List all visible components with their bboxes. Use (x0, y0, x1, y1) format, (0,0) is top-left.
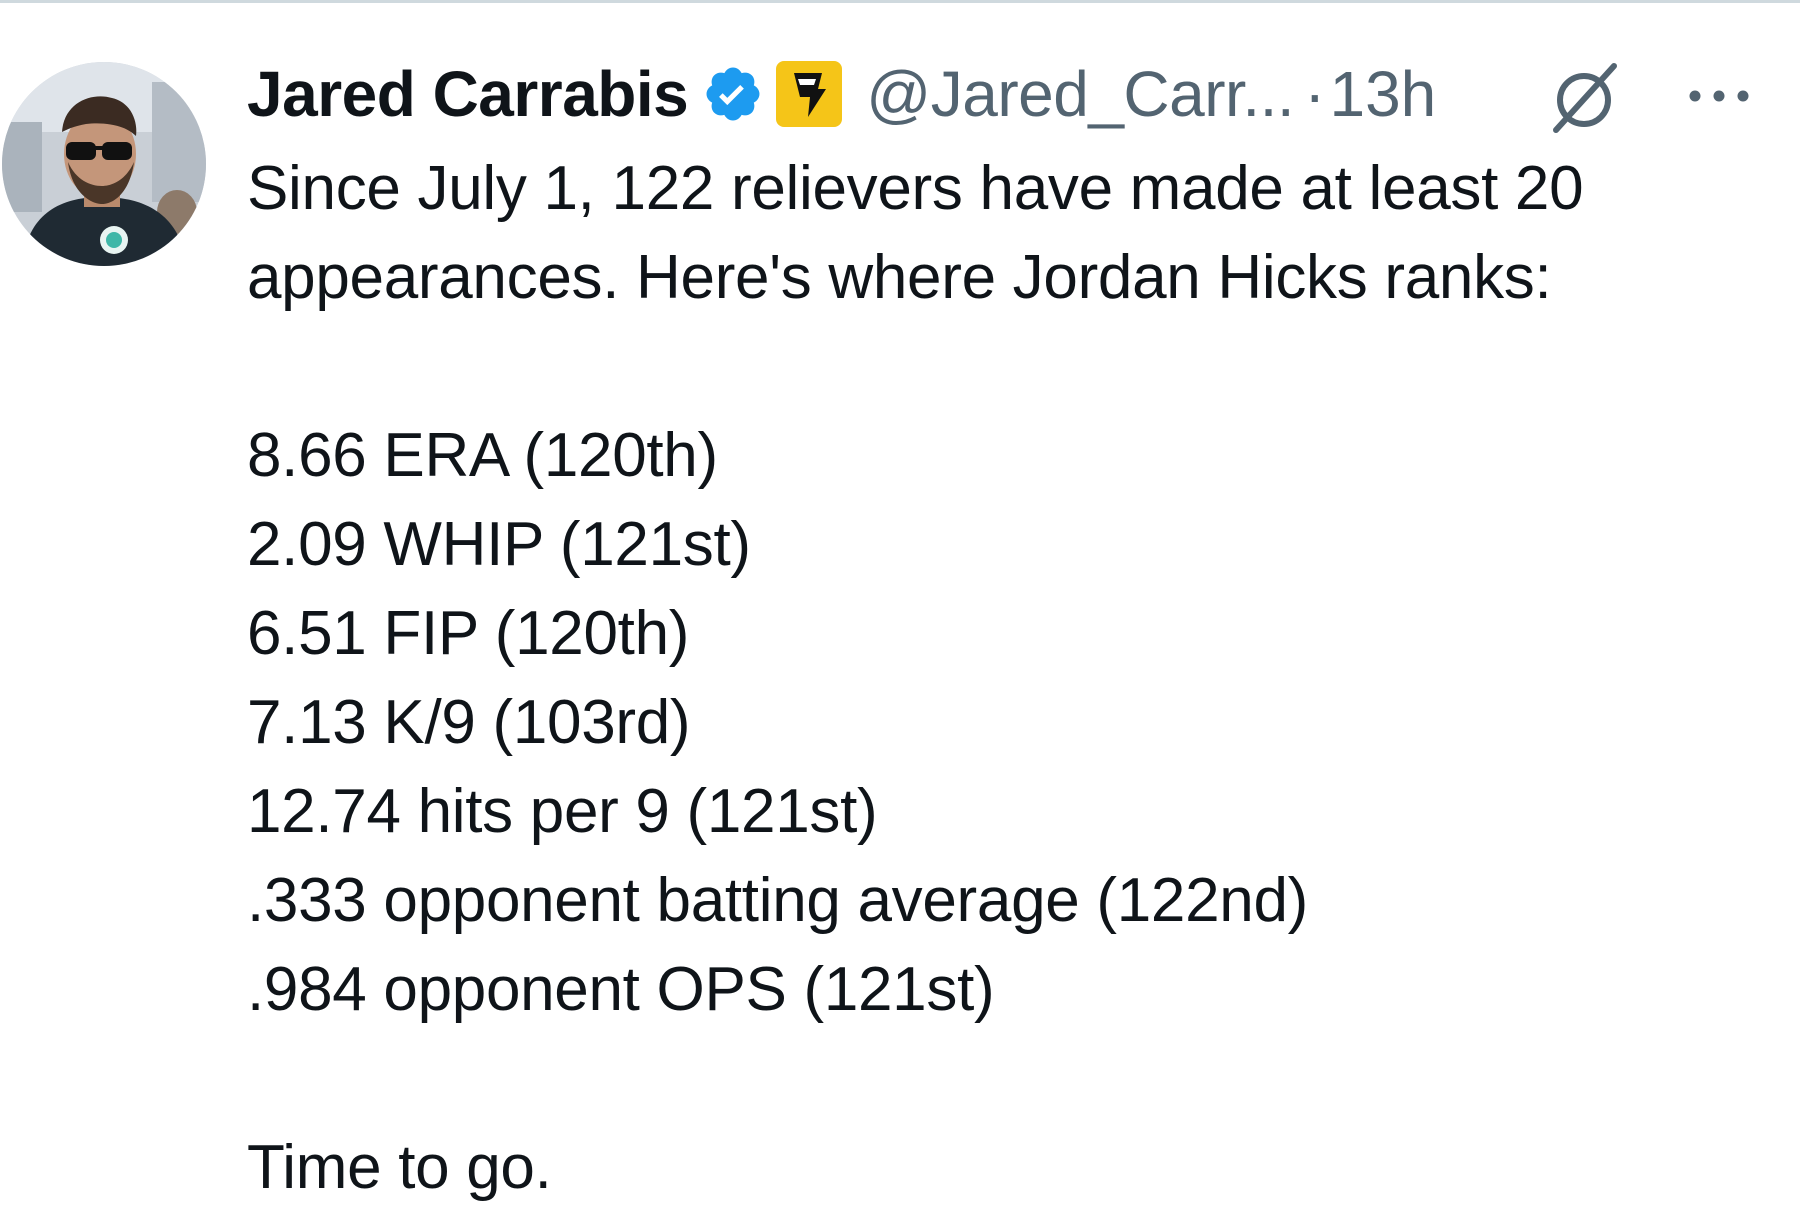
stat-line: 6.51 FIP (120th) (247, 599, 690, 668)
tweet-timestamp[interactable]: 13h (1329, 57, 1436, 131)
tweet-text: Since July 1, 122 relievers have made at… (247, 144, 1777, 1212)
tweet-header: Jared Carrabis @Jared_Carr... · 13h (247, 50, 1777, 138)
stat-line: 7.13 K/9 (103rd) (247, 688, 691, 757)
closing-line: Time to go. (247, 1133, 552, 1202)
more-options-icon[interactable] (1677, 74, 1761, 118)
tweet-line: appearances. Here's where Jordan Hicks r… (247, 243, 1552, 312)
stat-line: 8.66 ERA (120th) (247, 421, 718, 490)
tweet-line: Since July 1, 122 relievers have made at… (247, 154, 1584, 223)
tweet[interactable]: Jared Carrabis @Jared_Carr... · 13h Sinc… (0, 0, 1800, 1216)
verified-checkmark-icon[interactable] (702, 63, 764, 125)
avatar[interactable] (2, 62, 206, 266)
stat-line: .984 opponent OPS (121st) (247, 955, 995, 1024)
stat-line: 2.09 WHIP (121st) (247, 510, 751, 579)
author-name[interactable]: Jared Carrabis (247, 57, 689, 131)
avatar-photo (2, 62, 206, 266)
tweet-content: Jared Carrabis @Jared_Carr... · 13h Sinc… (247, 50, 1777, 1212)
stat-line: .333 opponent batting average (122nd) (247, 866, 1308, 935)
grok-icon[interactable] (1542, 56, 1626, 140)
affiliate-badge-icon[interactable] (774, 59, 844, 129)
separator-dot: · (1304, 58, 1326, 130)
stat-line: 12.74 hits per 9 (121st) (247, 777, 878, 846)
author-handle[interactable]: @Jared_Carr... (866, 57, 1294, 131)
